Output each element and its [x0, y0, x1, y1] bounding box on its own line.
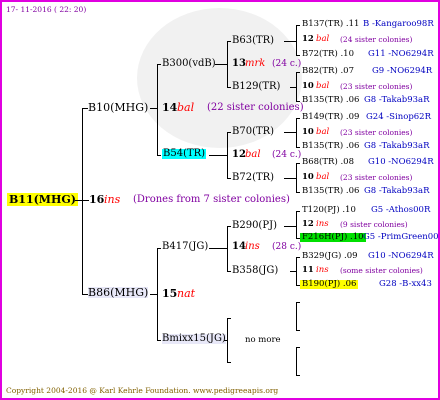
gen4-parent[interactable]: B137(TR) .11 [302, 20, 359, 29]
gen4-parent[interactable]: F216H(PJ) .10 [300, 233, 366, 242]
b10-year: 14 [162, 101, 178, 114]
gen4-year: 12 [302, 34, 314, 44]
copyright-footer: Copyright 2004-2016 @ Karl Kehrle Founda… [6, 386, 279, 395]
b86-mark: nat [177, 287, 196, 300]
gen4-origin: B -Kangaroo98R [363, 19, 434, 29]
b417-note: (28 c.) [272, 242, 302, 252]
date-stamp: 17- 11-2016 ( 22: 20) [6, 5, 87, 14]
gen4-parent[interactable]: T120(PJ) .10 [302, 206, 356, 215]
b10-note: (22 sister colonies) [207, 102, 304, 113]
dam-b86[interactable]: B86(MHG) [88, 287, 149, 298]
bracket-line [227, 318, 228, 362]
gen1-mark: ins [104, 193, 121, 206]
bracket-line [157, 248, 158, 340]
b86-year: 15 [162, 287, 178, 300]
bracket-line [227, 226, 228, 271]
b300[interactable]: B300(vdB) [162, 59, 216, 69]
gen4-year: 11 [302, 265, 314, 275]
gen4-note: (23 sister colonies) [340, 173, 413, 182]
gen4-mark: bal [316, 127, 330, 137]
gen4-parent[interactable]: B135(TR) .06 [302, 96, 359, 105]
gen4-parent[interactable]: B329(JG) .09 [302, 252, 358, 261]
gen4-parent[interactable]: B72(TR) .10 [302, 50, 354, 59]
b54-year: 12 [232, 149, 246, 160]
b417[interactable]: B417(JG) [162, 242, 208, 252]
gen1-year: 16 [89, 193, 105, 206]
gen4-mark: bal [316, 81, 330, 91]
gen4-origin: G8 -Takab93aR [364, 141, 430, 151]
b129[interactable]: B129(TR) [232, 82, 280, 92]
gen4-year: 10 [302, 172, 314, 182]
gen4-note: (some sister colonies) [340, 266, 423, 275]
gen4-origin: G5 -Athos00R [371, 205, 431, 215]
b70[interactable]: B70(TR) [232, 127, 274, 137]
gen4-parent[interactable]: B149(TR) .09 [302, 113, 359, 122]
gen4-note: (24 sister colonies) [340, 35, 413, 44]
gen4-note: (23 sister colonies) [340, 82, 413, 91]
b63[interactable]: B63(TR) [232, 36, 274, 46]
b417-mark: ins [245, 241, 260, 252]
pedigree-chart: 17- 11-2016 ( 22: 20) Copyright 2004-201… [0, 0, 440, 400]
gen4-origin: G10 -NO6294R [368, 157, 434, 167]
gen1-note: (Drones from 7 sister colonies) [133, 194, 290, 205]
root-queen[interactable]: B11(MHG) [7, 193, 78, 206]
gen4-note: (23 sister colonies) [340, 128, 413, 137]
gen4-mark: bal [316, 172, 330, 182]
gen4-parent[interactable]: B68(TR) .08 [302, 158, 354, 167]
gen4-origin: G28 -B-xx43 [379, 279, 432, 289]
b300-year: 13 [232, 58, 246, 69]
gen4-parent[interactable]: B190(PJ) .06 [300, 280, 359, 289]
b290[interactable]: B290(PJ) [232, 221, 277, 231]
gen4-origin: G10 -NO6294R [368, 251, 434, 261]
sire-b10[interactable]: B10(MHG) [88, 102, 148, 113]
bracket-line [157, 64, 158, 155]
gen4-year: 12 [302, 219, 314, 229]
b54[interactable]: B54(TR) [162, 149, 207, 159]
b72[interactable]: B72(TR) [232, 173, 274, 183]
b54-note: (24 c.) [272, 150, 302, 160]
b300-note: (24 c.) [272, 59, 302, 69]
gen4-note: (9 sister colonies) [340, 220, 408, 229]
gen4-origin: G11 -NO6294R [368, 49, 434, 59]
bmixx15[interactable]: Bmixx15(JG) [162, 334, 226, 344]
b417-year: 14 [232, 241, 246, 252]
watermark-logo [137, 8, 302, 148]
gen4-parent[interactable]: B135(TR) .06 [302, 187, 359, 196]
gen4-year: 10 [302, 81, 314, 91]
bracket-line [227, 41, 228, 87]
gen4-origin: G5 -PrimGreen00 [363, 232, 439, 242]
no-more-label: no more [245, 335, 281, 345]
gen4-mark: bal [316, 34, 330, 44]
gen4-parent[interactable]: B135(TR) .06 [302, 142, 359, 151]
b300-mark: mrk [245, 58, 266, 69]
bracket-line [227, 132, 228, 178]
gen4-origin: G24 -Sinop62R [366, 112, 431, 122]
b54-mark: bal [245, 149, 261, 160]
b10-mark: bal [177, 101, 195, 114]
gen4-mark: ins [316, 219, 329, 229]
gen4-year: 10 [302, 127, 314, 137]
b358[interactable]: B358(JG) [232, 266, 278, 276]
gen4-mark: ins [316, 265, 329, 275]
gen4-parent[interactable]: B82(TR) .07 [302, 67, 354, 76]
gen4-origin: G8 -Takab93aR [364, 186, 430, 196]
gen4-origin: G9 -NO6294R [372, 66, 433, 76]
gen4-origin: G8 -Takab93aR [364, 95, 430, 105]
bracket-line [82, 108, 83, 294]
